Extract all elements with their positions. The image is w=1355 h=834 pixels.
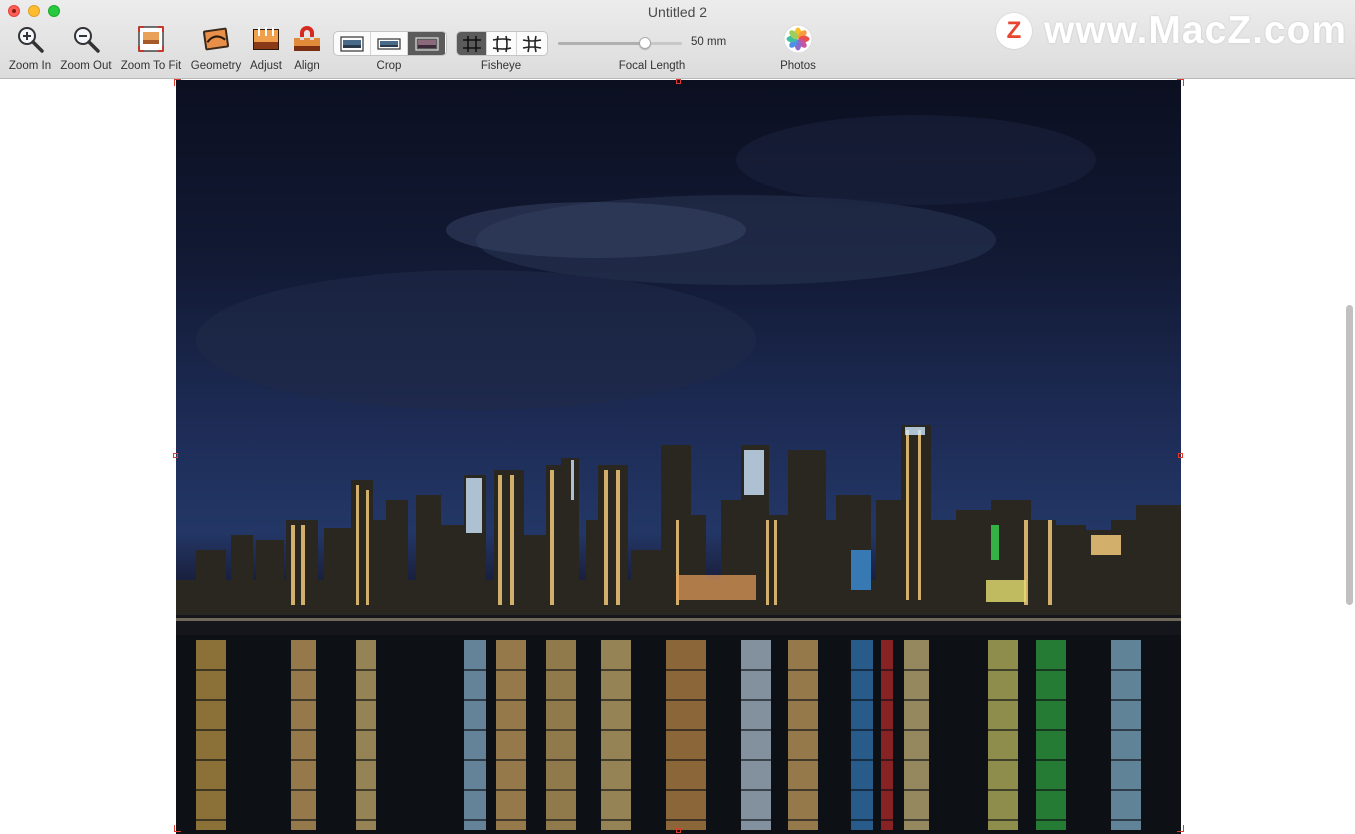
focal-length-label: Focal Length <box>618 60 686 72</box>
focal-length-slider[interactable] <box>558 37 682 49</box>
zoom-to-fit-icon <box>138 26 164 52</box>
fisheye-mode-3-segment[interactable] <box>517 32 547 55</box>
crop-mode-1-segment[interactable] <box>334 32 371 55</box>
toolbar: Untitled 2 Zoom In Zoom Out Zoom To Fit … <box>0 0 1355 79</box>
zoom-to-fit-label: Zoom To Fit <box>120 60 182 72</box>
fisheye-mode-2-segment[interactable] <box>487 32 517 55</box>
zoom-out-button[interactable]: Zoom Out <box>60 24 112 72</box>
grid-icon <box>462 35 481 52</box>
slider-fill <box>558 42 645 45</box>
crop-segmented-control <box>333 31 447 56</box>
zoom-out-label: Zoom Out <box>60 60 112 72</box>
align-label: Align <box>294 60 320 72</box>
watermark: Z www.MacZ.com <box>996 9 1347 53</box>
align-button[interactable]: Align <box>292 24 322 72</box>
crop-handle-bottom-left[interactable] <box>174 825 181 832</box>
vertical-scrollbar[interactable] <box>1346 305 1353 605</box>
crop-handle-top-left[interactable] <box>174 79 181 86</box>
photos-icon <box>783 24 813 54</box>
slider-knob[interactable] <box>639 37 651 49</box>
fisheye-label: Fisheye <box>480 60 522 72</box>
adjust-button[interactable]: Adjust <box>250 24 282 72</box>
city-night-photo[interactable] <box>176 80 1181 834</box>
crop-handle-bottom-right[interactable] <box>1177 825 1184 832</box>
adjust-label: Adjust <box>250 60 282 72</box>
zoom-out-icon <box>74 27 100 53</box>
adjust-icon <box>253 27 279 50</box>
skyline-image <box>176 115 1181 834</box>
zoom-in-label: Zoom In <box>8 60 52 72</box>
crop-mode-2-segment[interactable] <box>371 32 408 55</box>
align-magnet-icon <box>294 26 320 51</box>
crop-handle-top[interactable] <box>676 79 681 84</box>
zoom-in-button[interactable]: Zoom In <box>9 24 51 72</box>
app-window: Untitled 2 Zoom In Zoom Out Zoom To Fit … <box>0 0 1355 834</box>
crop-handle-top-right[interactable] <box>1177 79 1184 86</box>
watermark-badge: Z <box>996 13 1032 49</box>
focal-length-value: 50 mm <box>691 36 727 48</box>
watermark-badge-letter: Z <box>1006 17 1022 44</box>
crop-narrow-icon <box>377 37 401 50</box>
fisheye-segmented-control <box>456 31 548 56</box>
barrel-grid-icon <box>492 35 511 52</box>
pincushion-grid-icon <box>522 35 542 52</box>
zoom-to-fit-button[interactable]: Zoom To Fit <box>121 24 181 72</box>
image-canvas[interactable] <box>0 79 1355 834</box>
watermark-text: www.MacZ.com <box>1044 9 1348 52</box>
geometry-label: Geometry <box>190 60 242 72</box>
crop-handle-left[interactable] <box>173 453 178 458</box>
crop-handle-bottom[interactable] <box>676 828 681 833</box>
fisheye-mode-1-segment[interactable] <box>457 32 487 55</box>
crop-handle-right[interactable] <box>1178 453 1183 458</box>
zoom-in-icon <box>18 27 44 53</box>
photos-button[interactable]: Photos <box>780 24 816 72</box>
photos-label: Photos <box>780 60 816 72</box>
crop-fill-icon <box>414 36 439 51</box>
geometry-icon <box>202 27 230 51</box>
geometry-button[interactable]: Geometry <box>191 24 241 72</box>
crop-label: Crop <box>376 60 402 72</box>
crop-mode-3-segment[interactable] <box>408 32 445 55</box>
crop-wide-icon <box>340 35 364 52</box>
